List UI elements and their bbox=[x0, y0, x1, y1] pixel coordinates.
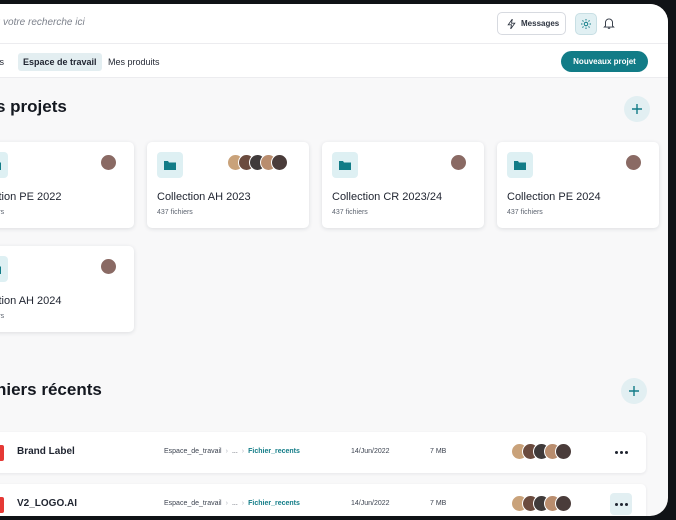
avatar-group bbox=[227, 154, 288, 171]
recent-files-title: hiers récents bbox=[0, 380, 102, 399]
avatar-group bbox=[450, 154, 467, 171]
file-date: 14/Jun/2022 bbox=[351, 500, 390, 507]
project-card[interactable]: Collection CR 2023/24 437 fichiers bbox=[322, 142, 484, 228]
add-file-button[interactable] bbox=[621, 378, 647, 404]
avatar bbox=[555, 443, 572, 460]
avatar-group bbox=[511, 443, 572, 460]
file-icon bbox=[0, 497, 4, 513]
avatar-group bbox=[625, 154, 642, 171]
tab-workspace[interactable]: Espace de travail bbox=[18, 53, 102, 71]
new-project-button[interactable]: Nouveaux projet bbox=[561, 51, 648, 72]
folder-icon bbox=[507, 152, 533, 178]
card-file-count: 437 fichiers bbox=[332, 209, 368, 216]
card-title: Collection PE 2024 bbox=[507, 191, 601, 203]
folder-icon bbox=[0, 152, 8, 178]
file-name[interactable]: V2_LOGO.AI bbox=[17, 498, 77, 509]
messages-button[interactable]: Messages bbox=[497, 12, 566, 35]
file-name[interactable]: Brand Label bbox=[17, 446, 75, 457]
card-file-count: 437 fichiers bbox=[157, 209, 193, 216]
card-title: Collection AH 2023 bbox=[157, 191, 251, 203]
plus-icon bbox=[629, 386, 639, 396]
project-card[interactable]: Collection AH 2023 437 fichiers bbox=[147, 142, 309, 228]
card-title: Collection CR 2023/24 bbox=[332, 191, 443, 203]
avatar-group bbox=[100, 258, 117, 275]
more-options-button[interactable] bbox=[610, 441, 632, 463]
search-input[interactable]: ntrez votre recherche ici bbox=[0, 17, 85, 28]
tab-my-products[interactable]: Mes produits bbox=[108, 53, 160, 71]
messages-label: Messages bbox=[521, 19, 560, 28]
card-file-count: 437 fichiers bbox=[507, 209, 543, 216]
avatar bbox=[271, 154, 288, 171]
top-bar: ntrez votre recherche ici Messages bbox=[0, 4, 668, 44]
avatar bbox=[100, 258, 117, 275]
device-frame: ntrez votre recherche ici Messages ts Es… bbox=[0, 0, 676, 520]
tab-bar: ts Espace de travail Mes produits Nouvea… bbox=[0, 44, 668, 78]
card-file-count: fichiers bbox=[0, 209, 5, 216]
file-size: 7 MB bbox=[430, 448, 447, 455]
file-size: 7 MB bbox=[430, 500, 447, 507]
card-title: llection AH 2024 bbox=[0, 295, 62, 307]
folder-icon bbox=[157, 152, 183, 178]
avatar-group bbox=[100, 154, 117, 171]
project-card[interactable]: llection PE 2022 fichiers bbox=[0, 142, 134, 228]
breadcrumb-item[interactable]: ... bbox=[232, 500, 238, 507]
project-card[interactable]: Collection PE 2024 437 fichiers bbox=[497, 142, 659, 228]
breadcrumb: Espace_de_travail ›... › Fichier_recents bbox=[164, 448, 300, 455]
gear-icon bbox=[581, 19, 591, 29]
file-date: 14/Jun/2022 bbox=[351, 448, 390, 455]
avatar bbox=[450, 154, 467, 171]
more-options-button[interactable] bbox=[610, 493, 632, 515]
breadcrumb: Espace_de_travail ›... › Fichier_recents bbox=[164, 500, 300, 507]
breadcrumb-item[interactable]: Espace_de_travail bbox=[164, 448, 222, 455]
breadcrumb-item[interactable]: Espace_de_travail bbox=[164, 500, 222, 507]
avatar bbox=[100, 154, 117, 171]
breadcrumb-item[interactable]: ... bbox=[232, 448, 238, 455]
avatar-group bbox=[511, 495, 572, 512]
projects-title: s projets bbox=[0, 97, 67, 116]
folder-icon bbox=[0, 256, 8, 282]
settings-button[interactable] bbox=[575, 13, 597, 35]
breadcrumb-current[interactable]: Fichier_recents bbox=[248, 500, 300, 507]
lightning-icon bbox=[507, 18, 516, 29]
project-card[interactable]: llection AH 2024 fichiers bbox=[0, 246, 134, 332]
table-row[interactable]: V2_LOGO.AI Espace_de_travail ›... › Fichier… bbox=[0, 484, 646, 516]
tab-projects[interactable]: ts bbox=[0, 53, 4, 71]
avatar bbox=[555, 495, 572, 512]
folder-icon bbox=[332, 152, 358, 178]
breadcrumb-current[interactable]: Fichier_recents bbox=[248, 448, 300, 455]
avatar bbox=[625, 154, 642, 171]
card-title: llection PE 2022 bbox=[0, 191, 62, 203]
app-window: ntrez votre recherche ici Messages ts Es… bbox=[0, 4, 668, 516]
bell-icon[interactable] bbox=[602, 16, 616, 30]
table-row[interactable]: Brand Label Espace_de_travail ›... › Fichie… bbox=[0, 432, 646, 473]
file-icon bbox=[0, 445, 4, 461]
plus-icon bbox=[632, 104, 642, 114]
add-project-button[interactable] bbox=[624, 96, 650, 122]
card-file-count: fichiers bbox=[0, 313, 5, 320]
